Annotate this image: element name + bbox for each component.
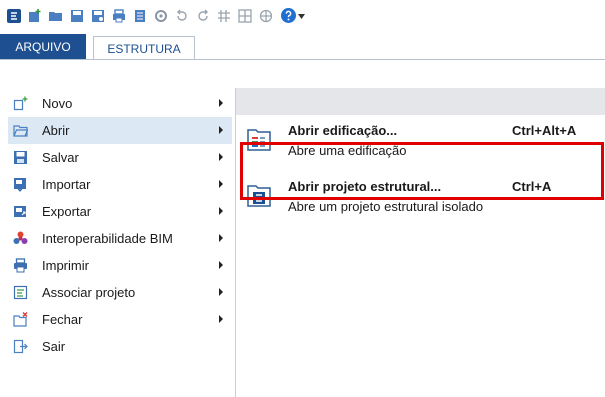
menu-item-label: Exportar <box>42 204 92 219</box>
new-icon[interactable] <box>28 9 42 23</box>
menu-item-label: Abrir <box>42 123 70 138</box>
export-icon <box>14 206 26 217</box>
menu-item-associar-projeto[interactable]: Associar projeto <box>8 279 232 306</box>
highlight-box <box>240 142 604 200</box>
open-building-shortcut: Ctrl+Alt+A <box>512 123 577 138</box>
exit-icon <box>13 339 28 354</box>
open-icon[interactable] <box>49 9 63 23</box>
layout-icon[interactable] <box>259 9 273 23</box>
undo-icon[interactable] <box>175 9 189 23</box>
open-building-title: Abrir edificação... <box>288 123 398 138</box>
import-icon <box>14 178 26 192</box>
chevron-right-icon <box>219 234 223 242</box>
open-folder-icon <box>13 125 28 137</box>
menu-item-label: Novo <box>42 96 73 111</box>
chevron-right-icon <box>219 207 223 215</box>
dropdown-icon[interactable] <box>298 13 305 20</box>
app-logo-icon[interactable] <box>7 9 21 23</box>
chevron-right-icon <box>219 180 223 188</box>
chevron-right-icon <box>219 288 223 296</box>
menu-item-novo[interactable]: Novo <box>8 90 232 117</box>
document-icon[interactable] <box>133 9 147 23</box>
chevron-right-icon <box>219 99 223 107</box>
save-as-icon[interactable] <box>91 9 105 23</box>
menu-item-label: Fechar <box>42 312 83 327</box>
tab-arquivo[interactable]: ARQUIVO <box>0 34 86 60</box>
chevron-right-icon <box>219 153 223 161</box>
grid-icon[interactable] <box>217 9 231 23</box>
abrir-submenu: Abrir edificação... Abre uma edificação … <box>235 88 605 397</box>
bim-icon <box>13 231 28 244</box>
menu-item-label: Salvar <box>42 150 79 165</box>
menu-item-fechar[interactable]: Fechar <box>8 306 232 333</box>
print-icon[interactable] <box>112 9 126 23</box>
menu-item-imprimir[interactable]: Imprimir <box>8 252 232 279</box>
structure-icon[interactable] <box>238 9 252 23</box>
chevron-right-icon <box>219 126 223 134</box>
menu-item-label: Sair <box>42 339 66 354</box>
menu-item-salvar[interactable]: Salvar <box>8 144 232 171</box>
ribbon-tabs: ARQUIVO ESTRUTURA <box>0 34 605 60</box>
menu-item-interoperabilidade-bim[interactable]: Interoperabilidade BIM <box>8 225 232 252</box>
settings-icon[interactable] <box>154 9 168 23</box>
save-icon <box>14 151 27 164</box>
menu-item-label: Interoperabilidade BIM <box>42 231 173 246</box>
menu-item-sair[interactable]: Sair <box>8 333 232 360</box>
submenu-header <box>236 88 605 115</box>
tab-estrutura[interactable]: ESTRUTURA <box>93 36 195 60</box>
save-icon[interactable] <box>70 9 84 23</box>
open-structural-project-description: Abre um projeto estrutural isolado <box>288 199 484 214</box>
menu-item-label: Associar projeto <box>42 285 136 300</box>
menu-item-importar[interactable]: Importar <box>8 171 232 198</box>
close-file-icon <box>13 312 28 327</box>
menu-item-abrir[interactable]: Abrir <box>8 117 232 144</box>
help-icon[interactable] <box>281 8 296 23</box>
chevron-right-icon <box>219 315 223 323</box>
menu-item-label: Imprimir <box>42 258 89 273</box>
print-icon <box>14 258 27 273</box>
new-file-icon <box>13 96 28 111</box>
menu-item-exportar[interactable]: Exportar <box>8 198 232 225</box>
menu-item-label: Importar <box>42 177 91 192</box>
redo-icon[interactable] <box>196 9 210 23</box>
chevron-right-icon <box>219 261 223 269</box>
associate-icon <box>13 285 28 300</box>
quick-access-toolbar <box>0 0 605 34</box>
file-backstage: Novo Abrir Salvar Importar Exportar Inte… <box>0 60 605 397</box>
